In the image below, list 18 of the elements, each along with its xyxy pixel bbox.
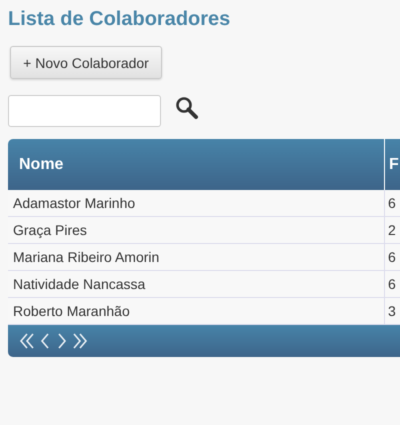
page-title: Lista de Colaboradores [8,7,232,32]
table-cell: Mariana Ribeiro Amorin [8,244,384,270]
table-cell: Adamastor Marinho [8,190,384,216]
search-icon[interactable] [175,96,199,120]
table-cell: 6 [384,270,400,298]
new-collaborator-button[interactable]: + Novo Colaborador [10,46,162,79]
table-cell: 3 [384,298,400,324]
column-header: F [384,139,400,190]
table-cell: 6 [384,244,400,270]
table-cell: 6 [384,190,400,216]
column-header: Nome [8,139,384,190]
table-cell: Natividade Nancassa [8,270,384,298]
search-field[interactable] [8,95,161,127]
table-cell: 2 [384,216,400,244]
last-page-icon[interactable] [71,332,89,350]
first-page-icon[interactable] [18,332,36,350]
table-cell: Roberto Maranhão [8,298,384,324]
table-cell: Graça Pires [8,216,384,244]
